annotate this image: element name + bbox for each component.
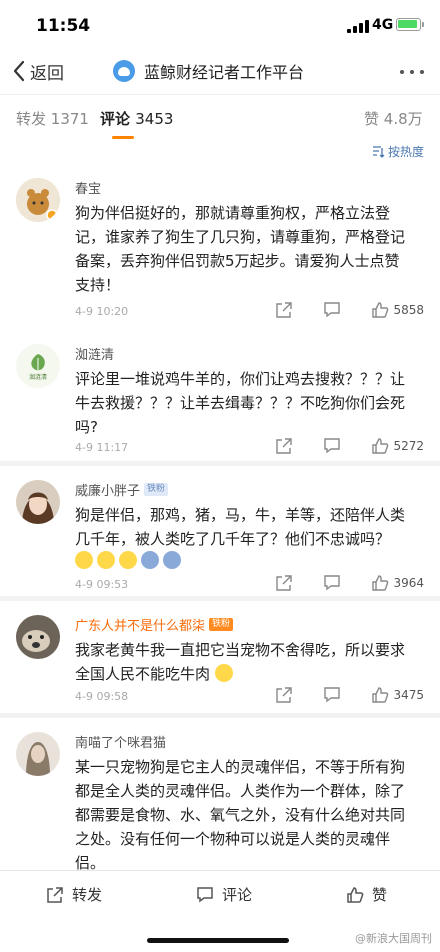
avatar[interactable]	[16, 615, 60, 659]
sort-icon	[372, 146, 385, 158]
laugh-cry-emoji-icon	[75, 551, 93, 569]
comment-button[interactable]: 评论	[196, 884, 252, 905]
dizzy-emoji-icon	[141, 551, 159, 569]
share-icon[interactable]	[275, 437, 293, 455]
sort-button[interactable]: 按热度	[372, 143, 424, 160]
watermark: @新浪大国周刊	[355, 932, 432, 945]
fan-badge: 铁粉	[209, 618, 234, 631]
comment-text: 评论里一堆说鸡牛羊的，你们让鸡去搜救？？？让牛去救援？？？让羊去缉毒？？？不吃狗…	[75, 370, 406, 436]
like-button[interactable]: 5858	[371, 301, 424, 319]
comment-text: 狗是伴侣，那鸡，猪，马，牛，羊等，还陪伴人类几千年，被人类吃了几千年了？他们不忠…	[75, 506, 406, 548]
back-button[interactable]: 返回	[12, 58, 64, 84]
comment-time: 4-9 09:53	[75, 578, 129, 591]
yum-emoji-icon	[214, 664, 233, 682]
battery-icon	[396, 18, 424, 31]
network-type: 4G	[372, 17, 394, 33]
home-bar: @新浪大国周刊	[0, 916, 440, 952]
laugh-cry-emoji-icon	[119, 551, 137, 569]
status-time: 11:54	[36, 16, 91, 36]
more-menu-icon[interactable]	[400, 70, 424, 74]
laugh-cry-emoji-icon	[97, 551, 115, 569]
signal-icon	[347, 20, 369, 33]
status-bar: 11:54 4G	[0, 0, 440, 50]
comment-time: 4-9 09:58	[75, 690, 129, 703]
back-label: 返回	[30, 63, 64, 84]
comment-time: 4-9 10:20	[75, 305, 129, 318]
chevron-left-icon	[13, 60, 25, 82]
comment-item: 广东人并不是什么都柒 铁粉 我家老黄牛我一直把它当宠物不舍得吃，所以要求全国人民…	[0, 601, 440, 713]
avatar[interactable]: 洳涟清	[16, 344, 60, 388]
comment-icon[interactable]	[323, 686, 341, 704]
svg-text:洳涟清: 洳涟清	[29, 373, 47, 381]
whale-logo-icon	[113, 60, 135, 82]
like-button[interactable]: 3475	[371, 686, 424, 704]
comment-text: 我家老黄牛我一直把它当宠物不舍得吃，所以要求全国人民不能吃牛肉	[75, 641, 406, 683]
page-title: 蓝鲸财经记者工作平台	[113, 58, 304, 84]
thumbs-up-icon	[347, 886, 364, 903]
avatar[interactable]	[16, 480, 60, 524]
share-icon[interactable]	[275, 301, 293, 319]
comment-item: 洳涟清 洳涟清 评论里一堆说鸡牛羊的，你们让鸡去搜救？？？让牛去救援？？？让羊去…	[0, 330, 440, 466]
comment-item: 春宝 狗为伴侣挺好的，那就请尊重狗权，严格立法登记，谁家养了狗生了几只狗，请尊重…	[0, 164, 440, 330]
comment-icon[interactable]	[323, 574, 341, 592]
tab-comments[interactable]: 评论 3453	[100, 108, 173, 129]
share-icon	[47, 886, 63, 903]
share-icon[interactable]	[275, 686, 293, 704]
comment-username[interactable]: 威廉小胖子 铁粉	[75, 480, 169, 499]
home-indicator[interactable]	[147, 938, 289, 943]
comment-username[interactable]: 广东人并不是什么都柒 铁粉	[75, 615, 234, 634]
emoji-row	[75, 551, 185, 570]
page-title-text: 蓝鲸财经记者工作平台	[144, 63, 305, 82]
thumbs-up-icon	[372, 687, 389, 703]
tab-bar: 转发 1371 评论 3453 赞 4.8万	[0, 94, 440, 140]
bottom-action-bar: 转发 评论 赞	[0, 870, 440, 916]
comment-item: 威廉小胖子 铁粉 狗是伴侣，那鸡，猪，马，牛，羊等，还陪伴人类几千年，被人类吃了…	[0, 466, 440, 600]
thumbs-up-icon	[372, 438, 389, 454]
comment-icon[interactable]	[323, 301, 341, 319]
share-icon[interactable]	[275, 574, 293, 592]
comment-username[interactable]: 洳涟清	[75, 344, 114, 363]
like-button[interactable]: 3964	[371, 574, 424, 592]
comment-time: 4-9 11:17	[75, 441, 129, 454]
comment-username[interactable]: 南喵了个咪君猫	[75, 732, 166, 751]
avatar[interactable]	[16, 732, 60, 776]
fan-badge: 铁粉	[144, 483, 169, 496]
avatar[interactable]	[16, 178, 60, 222]
active-tab-indicator	[112, 136, 134, 139]
like-button[interactable]: 5272	[371, 437, 424, 455]
comment-text: 狗为伴侣挺好的，那就请尊重狗权，严格立法登记，谁家养了狗生了几只狗，请尊重狗，严…	[75, 204, 406, 294]
repost-button[interactable]: 转发	[46, 884, 102, 905]
comment-item: 南喵了个咪君猫 某一只宠物狗是它主人的灵魂伴侣，不等于所有狗都是全人类的灵魂伴侣…	[0, 718, 440, 872]
thumbs-up-icon	[372, 302, 389, 318]
comment-icon[interactable]	[323, 437, 341, 455]
comment-text: 某一只宠物狗是它主人的灵魂伴侣，不等于所有狗都是全人类的灵魂伴侣。人类作为一个群…	[75, 758, 406, 872]
dizzy-emoji-icon	[163, 551, 181, 569]
like-button[interactable]: 赞	[346, 884, 387, 905]
tab-likes[interactable]: 赞 4.8万	[364, 108, 423, 129]
comment-icon	[197, 886, 213, 902]
sort-bar: 按热度	[0, 140, 440, 164]
comment-username[interactable]: 春宝	[75, 178, 101, 197]
thumbs-up-icon	[372, 575, 389, 591]
nav-bar: 返回 蓝鲸财经记者工作平台	[0, 50, 440, 94]
tab-repost[interactable]: 转发 1371	[16, 108, 89, 129]
